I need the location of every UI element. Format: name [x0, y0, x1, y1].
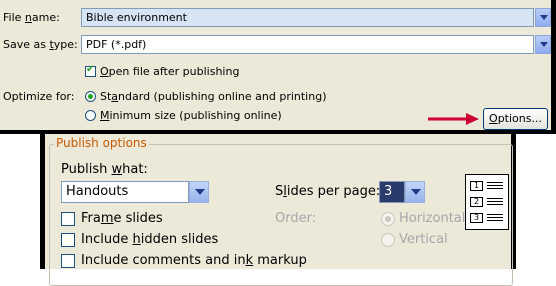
vertical-label: Vertical	[399, 232, 448, 247]
optimize-for-label: Optimize for:	[3, 90, 75, 103]
minimum-size-radio[interactable]	[85, 110, 96, 121]
handout-preview: 1 2 3	[465, 174, 509, 230]
save-type-dropdown-button[interactable]	[535, 35, 551, 54]
options-button[interactable]: Options...	[483, 108, 548, 130]
save-type-label: Save as type:	[3, 38, 78, 51]
slides-per-page-label: Slides per page:	[275, 184, 381, 199]
slides-per-page-dropdown-button[interactable]	[405, 181, 425, 203]
slides-per-page-value: 3	[384, 184, 393, 199]
file-name-value: Bible environment	[86, 11, 187, 24]
include-hidden-slides-checkbox[interactable]	[61, 233, 75, 247]
minimum-size-radio-label: Minimum size (publishing online)	[100, 109, 282, 122]
save-type-value: PDF (*.pdf)	[86, 38, 147, 51]
include-hidden-slides-label: Include hidden slides	[81, 232, 219, 247]
open-after-publishing-label: Open file after publishing	[100, 65, 240, 78]
arrow-right-icon	[428, 113, 479, 125]
include-comments-label: Include comments and ink markup	[81, 253, 307, 268]
preview-slide-1: 1	[470, 181, 483, 191]
standard-radio[interactable]	[85, 91, 96, 102]
open-after-publishing-checkbox[interactable]	[85, 64, 96, 77]
publish-options-dialog: Publish options Publish what: Handouts S…	[40, 134, 516, 286]
vertical-radio[interactable]	[381, 233, 395, 247]
preview-slide-3: 3	[470, 213, 483, 223]
order-label: Order:	[275, 211, 317, 226]
include-comments-checkbox[interactable]	[61, 254, 75, 268]
preview-slide-2: 2	[470, 197, 483, 207]
publish-options-title: Publish options	[54, 136, 149, 150]
slides-per-page-select[interactable]: 3	[379, 181, 405, 203]
file-name-dropdown-button[interactable]	[535, 8, 551, 27]
file-name-label: File name:	[3, 11, 60, 24]
save-type-select[interactable]: PDF (*.pdf)	[81, 35, 534, 54]
horizontal-radio[interactable]	[381, 212, 395, 226]
publish-what-value: Handouts	[66, 184, 129, 199]
publish-what-dropdown-button[interactable]	[189, 181, 209, 203]
standard-radio-label: Standard (publishing online and printing…	[100, 90, 327, 103]
publish-what-select[interactable]: Handouts	[61, 181, 189, 203]
file-name-input[interactable]: Bible environment	[81, 8, 534, 27]
frame-slides-checkbox[interactable]	[61, 212, 75, 226]
publish-what-label: Publish what:	[61, 162, 148, 177]
save-as-dialog: File name: Bible environment Save as typ…	[0, 0, 556, 134]
horizontal-label: Horizontal	[399, 211, 466, 226]
frame-slides-label: Frame slides	[81, 211, 163, 226]
